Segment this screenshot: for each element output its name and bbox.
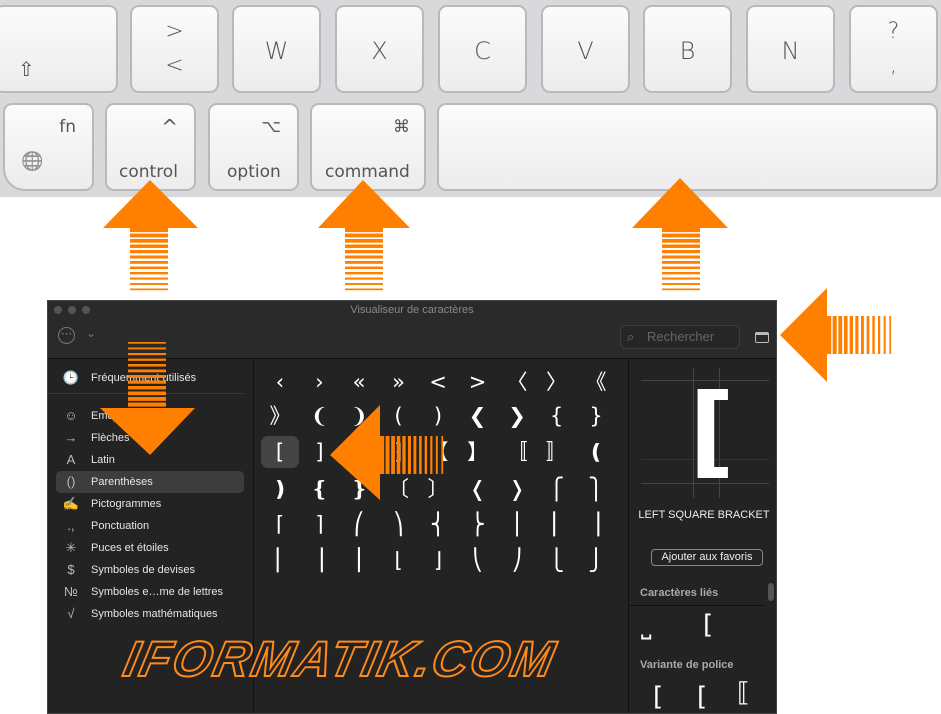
arrow-head	[318, 180, 410, 228]
arrow-stripe	[662, 239, 700, 243]
arrow-stripe	[128, 364, 166, 367]
arrow-stripe	[662, 266, 700, 270]
arrow-stripe	[662, 288, 700, 291]
arrow-stripe	[662, 272, 700, 275]
arrow-stripe	[396, 436, 401, 474]
arrow-stripe	[345, 255, 383, 259]
arrow-stripe	[872, 316, 875, 354]
arrow-stripe	[413, 436, 417, 474]
arrow-stripe	[128, 397, 166, 401]
arrow-stripe	[827, 316, 832, 354]
arrow-stripe	[838, 316, 843, 354]
arrow-stripe	[662, 244, 700, 248]
arrow-stripe	[130, 288, 168, 291]
arrow-stripe	[345, 233, 383, 238]
arrow-stripe	[407, 436, 411, 474]
arrow-stripe	[128, 369, 166, 373]
arrow-stripe	[130, 283, 168, 285]
arrow-stripe	[128, 353, 166, 356]
arrow-stripe	[128, 375, 166, 379]
arrow-stripe	[878, 316, 881, 354]
arrow-stripe	[866, 316, 870, 354]
arrow-stripe	[844, 316, 848, 354]
arrow-stripe	[128, 347, 166, 350]
arrow-stripe	[435, 436, 438, 474]
arrow-stripe	[662, 228, 700, 233]
arrow-stripe	[130, 250, 168, 254]
arrow-stripe	[345, 288, 383, 291]
arrow-stripe	[402, 436, 406, 474]
arrow-stripe	[441, 436, 444, 474]
arrow-stripe	[883, 316, 886, 354]
arrow-stripe	[128, 342, 166, 344]
arrow-stripe	[345, 266, 383, 270]
arrow-stripe	[130, 266, 168, 270]
arrow-stripe	[832, 316, 837, 354]
arrow-stripe	[345, 250, 383, 254]
arrow-stripe	[662, 283, 700, 285]
arrow-stripe	[345, 277, 383, 280]
arrow-stripe	[430, 436, 433, 474]
arrow-stripe	[855, 316, 859, 354]
arrow-stripe	[662, 233, 700, 238]
arrow-stripe	[345, 244, 383, 248]
arrow-stripe	[130, 244, 168, 248]
arrow-stripe	[345, 272, 383, 275]
arrow-stripe	[128, 380, 166, 384]
arrow-stripe	[849, 316, 854, 354]
arrow-stripe	[130, 272, 168, 275]
arrow-stripe	[130, 228, 168, 233]
arrow-stripe	[130, 233, 168, 238]
annotation-arrows	[100, 178, 892, 500]
arrow-stripe	[889, 316, 892, 354]
arrow-stripe	[662, 250, 700, 254]
arrow-stripe	[662, 277, 700, 280]
arrow-stripe	[385, 436, 390, 474]
arrow-stripe	[345, 228, 383, 233]
arrow-stripe	[391, 436, 395, 474]
arrow-stripe	[662, 255, 700, 259]
arrow-head	[330, 405, 380, 500]
arrow-stripe	[861, 316, 864, 354]
arrow-stripe	[128, 358, 166, 361]
arrow-head	[780, 288, 827, 382]
arrow-head	[100, 408, 195, 455]
arrow-stripe	[130, 239, 168, 243]
arrow-stripe	[345, 283, 383, 285]
arrow-stripe	[345, 261, 383, 264]
arrow-head	[632, 178, 728, 228]
arrow-stripe	[130, 261, 168, 264]
arrow-stripe	[419, 436, 422, 474]
arrow-stripe	[345, 239, 383, 243]
arrow-stripe	[424, 436, 428, 474]
arrow-stripe	[380, 436, 385, 474]
arrow-stripe	[130, 255, 168, 259]
arrow-stripe	[128, 391, 166, 396]
arrow-stripe	[130, 277, 168, 280]
arrow-head	[103, 180, 198, 228]
arrow-stripe	[128, 386, 166, 390]
arrow-stripe	[662, 261, 700, 264]
arrow-stripe	[128, 402, 166, 407]
